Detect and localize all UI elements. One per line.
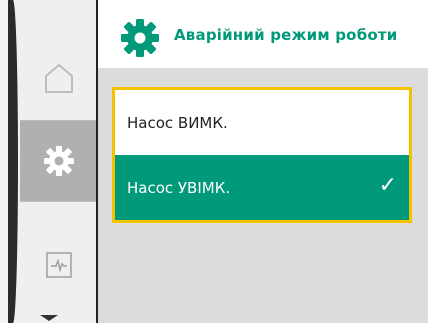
selection-menu: Насос ВИМК. Насос УВІМК. ✓ <box>112 87 412 223</box>
gear-icon <box>121 19 159 57</box>
rail-edge <box>8 0 18 323</box>
page-title: Аварійний режим роботи <box>174 26 398 44</box>
screen-header: Аварійний режим роботи <box>98 0 428 69</box>
sidebar-item-settings[interactable] <box>20 121 98 201</box>
option-pump-on[interactable]: Насос УВІМК. ✓ <box>115 155 409 220</box>
sidebar-item-diagnostics[interactable] <box>20 225 98 305</box>
pump-screen: Аварійний режим роботи Насос ВИМК. Насос… <box>0 0 428 323</box>
check-icon: ✓ <box>378 173 397 198</box>
diagnostics-icon <box>46 252 72 278</box>
gear-icon <box>44 146 74 176</box>
chevron-down-icon[interactable] <box>40 315 58 321</box>
sidebar-item-home[interactable] <box>20 38 98 118</box>
sidebar-divider <box>20 201 98 202</box>
option-pump-off[interactable]: Насос ВИМК. <box>115 90 409 155</box>
option-label: Насос УВІМК. <box>127 178 231 197</box>
option-label: Насос ВИМК. <box>127 113 228 132</box>
home-icon <box>45 64 73 93</box>
